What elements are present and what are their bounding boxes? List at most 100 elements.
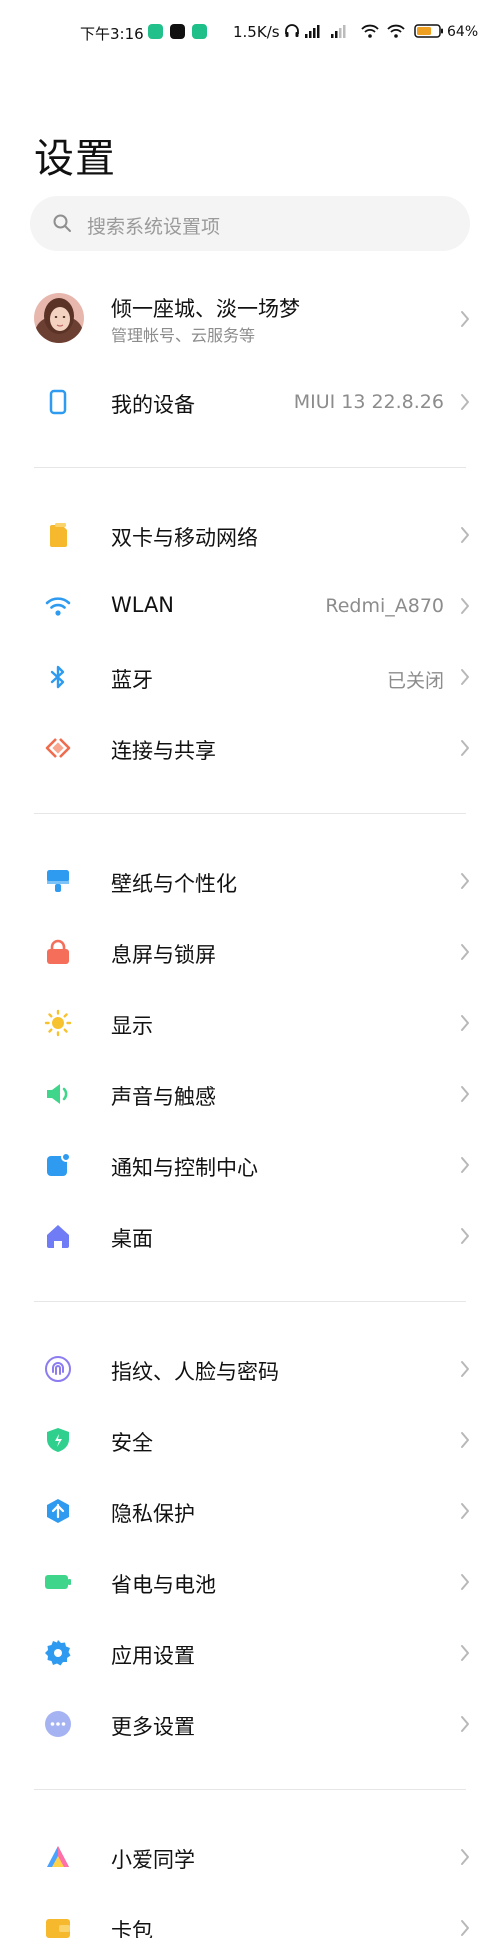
chevron-right-icon [461, 527, 469, 543]
sun-icon [44, 1009, 72, 1037]
chevron-right-icon [461, 311, 469, 327]
account-name: 倾一座城、淡一场梦 [111, 297, 300, 321]
phone-device-icon [49, 389, 67, 415]
row-label: 应用设置 [111, 1644, 195, 1668]
gear-icon [45, 1640, 71, 1666]
row-label: 连接与共享 [111, 739, 216, 763]
row-label: 蓝牙 [111, 668, 153, 692]
privacy-icon [47, 1499, 69, 1523]
row-label: 我的设备 [111, 393, 195, 417]
status-bar: 下午3:16 1.5K/s 64% [0, 0, 500, 66]
row-app-settings[interactable]: 应用设置 [0, 1618, 500, 1688]
battery-icon [45, 1575, 71, 1589]
chevron-right-icon [461, 598, 469, 614]
row-more-settings[interactable]: 更多设置 [0, 1689, 500, 1759]
avatar [34, 293, 84, 343]
row-connection-share[interactable]: 连接与共享 [0, 713, 500, 783]
chevron-right-icon [461, 944, 469, 960]
bluetooth-icon [50, 665, 65, 689]
chevron-right-icon [461, 1157, 469, 1173]
chevron-right-icon [461, 1920, 469, 1936]
speaker-icon [47, 1084, 68, 1104]
chevron-right-icon [461, 873, 469, 889]
row-display[interactable]: 显示 [0, 988, 500, 1058]
xiaoai-icon [47, 1846, 69, 1867]
chevron-right-icon [461, 394, 469, 410]
row-value: 已关闭 [386, 670, 444, 692]
chevron-right-icon [461, 1086, 469, 1102]
row-notification[interactable]: 通知与控制中心 [0, 1130, 500, 1200]
row-label: 安全 [111, 1431, 153, 1455]
search-icon [53, 214, 71, 232]
row-wallpaper[interactable]: 壁纸与个性化 [0, 846, 500, 916]
row-fingerprint[interactable]: 指纹、人脸与密码 [0, 1334, 500, 1404]
row-label: 更多设置 [111, 1715, 195, 1739]
row-label: 指纹、人脸与密码 [111, 1360, 279, 1384]
row-label: 声音与触感 [111, 1085, 216, 1109]
row-label: 通知与控制中心 [111, 1156, 258, 1180]
app-notification-icon [148, 24, 163, 39]
shield-notification-icon [192, 24, 207, 39]
row-bluetooth[interactable]: 蓝牙 已关闭 [0, 642, 500, 712]
divider [34, 467, 466, 468]
row-wlan[interactable]: WLAN Redmi_A870 [0, 571, 500, 641]
row-home-screen[interactable]: 桌面 [0, 1201, 500, 1271]
row-xiaoai[interactable]: 小爱同学 [0, 1822, 500, 1892]
home-icon [47, 1225, 69, 1248]
row-label: 壁纸与个性化 [111, 872, 237, 896]
wallet-icon [46, 1919, 70, 1938]
signal-icon-2 [331, 25, 346, 38]
page-title: 设置 [34, 136, 116, 182]
chevron-right-icon [461, 669, 469, 685]
chevron-right-icon [461, 1645, 469, 1661]
battery-status-icon [414, 24, 443, 38]
account-subtitle: 管理帐号、云服务等 [111, 326, 256, 345]
divider [34, 813, 466, 814]
my-device-row[interactable]: 我的设备 MIUI 13 22.8.26 [0, 367, 500, 437]
row-label: 息屏与锁屏 [111, 943, 216, 967]
row-wallet[interactable]: 卡包 [0, 1893, 500, 1938]
row-lock-screen[interactable]: 息屏与锁屏 [0, 917, 500, 987]
chevron-right-icon [461, 1716, 469, 1732]
row-privacy[interactable]: 隐私保护 [0, 1476, 500, 1546]
row-value: MIUI 13 22.8.26 [293, 391, 444, 413]
chevron-right-icon [461, 1503, 469, 1519]
headphones-icon [285, 24, 299, 37]
row-label: 双卡与移动网络 [111, 526, 258, 550]
chevron-right-icon [461, 1228, 469, 1244]
row-value: Redmi_A870 [325, 595, 444, 617]
divider [34, 1301, 466, 1302]
row-label: 桌面 [111, 1227, 153, 1251]
wallpaper-icon [47, 870, 69, 892]
tiktok-icon [170, 24, 185, 39]
row-label: WLAN [111, 593, 175, 617]
row-security[interactable]: 安全 [0, 1405, 500, 1475]
divider [34, 1789, 466, 1790]
sim-card-icon [50, 523, 67, 547]
wifi-icon [387, 24, 405, 38]
notification-icon [47, 1152, 71, 1176]
wifi-hotspot-icon [361, 24, 379, 38]
row-label: 显示 [111, 1014, 153, 1038]
row-sound[interactable]: 声音与触感 [0, 1059, 500, 1129]
row-label: 省电与电池 [111, 1573, 216, 1597]
row-battery[interactable]: 省电与电池 [0, 1547, 500, 1617]
row-label: 隐私保护 [111, 1502, 195, 1526]
row-label: 卡包 [111, 1919, 153, 1938]
account-row[interactable]: 倾一座城、淡一场梦 管理帐号、云服务等 [0, 283, 500, 353]
chevron-right-icon [461, 1015, 469, 1031]
battery-percent: 64% [447, 24, 479, 40]
status-time: 下午3:16 [80, 25, 144, 43]
search-bar[interactable]: 搜索系统设置项 [30, 196, 470, 251]
connection-share-icon [45, 738, 71, 758]
chevron-right-icon [461, 1361, 469, 1377]
search-placeholder: 搜索系统设置项 [87, 216, 221, 238]
chevron-right-icon [461, 1849, 469, 1865]
chevron-right-icon [461, 1574, 469, 1590]
chevron-right-icon [461, 740, 469, 756]
fingerprint-icon [45, 1356, 71, 1382]
signal-icon [305, 25, 320, 38]
row-label: 小爱同学 [111, 1848, 195, 1872]
more-icon [45, 1711, 71, 1737]
row-dual-sim[interactable]: 双卡与移动网络 [0, 500, 500, 570]
